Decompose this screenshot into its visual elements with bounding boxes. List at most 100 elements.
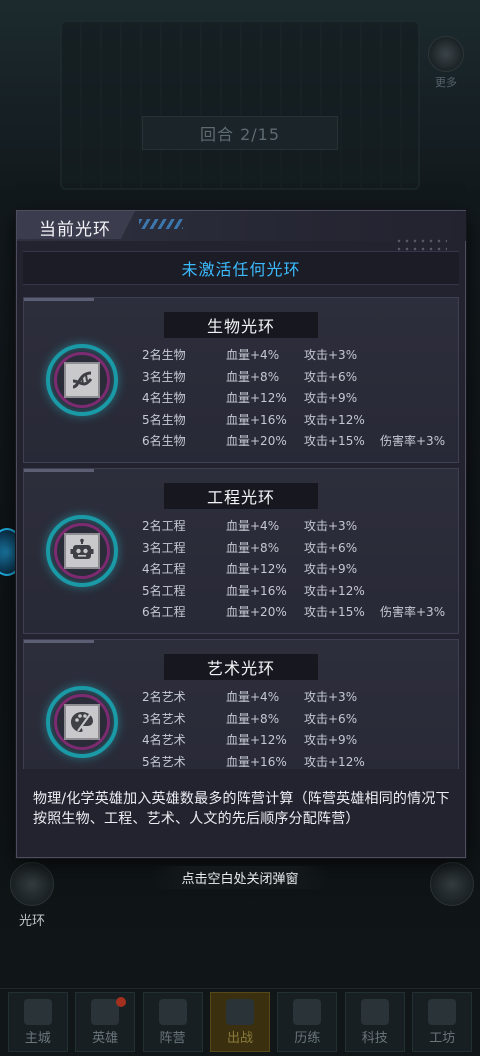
tier-hp-bonus: 血量+8% bbox=[226, 540, 280, 555]
tier-count: 3名艺术 bbox=[142, 711, 186, 726]
close-hint-bar: 点击空白处关闭弹窗 bbox=[151, 865, 329, 889]
aura-title-bar: 工程光环 bbox=[164, 483, 318, 509]
palette-icon bbox=[64, 704, 100, 740]
tier-attack-bonus: 攻击+6% bbox=[304, 369, 358, 384]
tier-hp-bonus: 血量+8% bbox=[226, 711, 280, 726]
tier-count: 5名艺术 bbox=[142, 754, 186, 769]
dialog-title: 当前光环 bbox=[39, 220, 111, 240]
aura-title-bar: 艺术光环 bbox=[164, 654, 318, 680]
aura-emblem bbox=[46, 686, 118, 758]
aura-name: 艺术光环 bbox=[206, 659, 275, 678]
aura-title-bar: 生物光环 bbox=[164, 312, 318, 338]
aura-tier-row: 5名艺术 血量+16% 攻击+12% bbox=[142, 751, 452, 770]
dna-icon bbox=[64, 362, 100, 398]
tier-count: 4名工程 bbox=[142, 562, 186, 577]
tier-hp-bonus: 血量+16% bbox=[226, 583, 287, 598]
tier-damage-bonus: 伤害率+3% bbox=[380, 605, 446, 620]
aura-status-bar: 未激活任何光环 bbox=[23, 251, 459, 285]
nav-icon bbox=[91, 999, 120, 1025]
round-label: 回合 2/15 bbox=[199, 125, 281, 144]
tier-count: 6名工程 bbox=[142, 605, 186, 620]
close-hint-text: 点击空白处关闭弹窗 bbox=[181, 871, 299, 887]
robot-icon bbox=[64, 533, 100, 569]
aura-tier-row: 2名生物 血量+4% 攻击+3% bbox=[142, 344, 452, 366]
aura-card: 工程光环 2名工程 血量+4% 攻击+3% 3名工程 血量+8% 攻击+6% 4名工程 血量+1… bbox=[23, 468, 459, 634]
tier-attack-bonus: 攻击+12% bbox=[304, 754, 365, 769]
aura-tier-list: 2名艺术 血量+4% 攻击+3% 3名艺术 血量+8% 攻击+6% 4名艺术 血量+12% 攻击… bbox=[142, 686, 452, 769]
tier-hp-bonus: 血量+12% bbox=[226, 562, 287, 577]
aura-status-text: 未激活任何光环 bbox=[181, 260, 301, 279]
tier-attack-bonus: 攻击+3% bbox=[304, 519, 358, 534]
nav-item[interactable]: 阵营 bbox=[142, 992, 203, 1052]
nav-icon bbox=[23, 999, 52, 1025]
nav-label: 历练 bbox=[294, 1031, 321, 1046]
aura-tier-row: 2名工程 血量+4% 攻击+3% bbox=[142, 515, 452, 537]
aura-name: 生物光环 bbox=[206, 317, 275, 336]
nav-label: 阵营 bbox=[159, 1031, 186, 1046]
round-counter: 回合 2/15 bbox=[142, 116, 338, 150]
nav-icon bbox=[428, 999, 457, 1025]
nav-label: 出战 bbox=[226, 1031, 253, 1046]
header-decoration bbox=[139, 219, 183, 229]
aura-tier-row: 6名生物 血量+20% 攻击+15% 伤害率+3% bbox=[142, 430, 452, 452]
tier-count: 2名艺术 bbox=[142, 690, 186, 705]
nav-item[interactable]: 历练 bbox=[277, 992, 338, 1052]
tier-count: 2名工程 bbox=[142, 519, 186, 534]
aura-side-label: 光环 bbox=[18, 914, 45, 929]
nav-icon bbox=[360, 999, 389, 1025]
tier-attack-bonus: 攻击+6% bbox=[304, 540, 358, 555]
aura-card: 艺术光环 2名艺术 血量+4% 攻击+3% 3名艺术 血量+8% 攻击+6% 4名艺术 血量+1… bbox=[23, 639, 459, 769]
tier-attack-bonus: 攻击+12% bbox=[304, 583, 365, 598]
more-button[interactable]: 更多 bbox=[424, 36, 468, 90]
aura-tier-row: 4名工程 血量+12% 攻击+9% bbox=[142, 558, 452, 580]
nav-label: 工坊 bbox=[429, 1031, 456, 1046]
tier-hp-bonus: 血量+4% bbox=[226, 519, 280, 534]
aura-tier-row: 3名工程 血量+8% 攻击+6% bbox=[142, 537, 452, 559]
tier-attack-bonus: 攻击+12% bbox=[304, 412, 365, 427]
aura-tier-row: 5名生物 血量+16% 攻击+12% bbox=[142, 409, 452, 431]
nav-label: 科技 bbox=[361, 1031, 388, 1046]
tier-damage-bonus: 伤害率+3% bbox=[380, 434, 446, 449]
nav-item[interactable]: 主城 bbox=[7, 992, 68, 1052]
aura-tier-row: 4名艺术 血量+12% 攻击+9% bbox=[142, 729, 452, 751]
aura-tier-row: 5名工程 血量+16% 攻击+12% bbox=[142, 580, 452, 602]
tier-attack-bonus: 攻击+3% bbox=[304, 348, 358, 363]
nav-label: 英雄 bbox=[92, 1031, 119, 1046]
aura-tier-row: 6名工程 血量+20% 攻击+15% 伤害率+3% bbox=[142, 601, 452, 623]
tier-hp-bonus: 血量+16% bbox=[226, 412, 287, 427]
close-hint[interactable]: 点击空白处关闭弹窗 bbox=[0, 865, 480, 889]
nav-item[interactable]: 英雄 bbox=[75, 992, 136, 1052]
tier-count: 4名艺术 bbox=[142, 733, 186, 748]
nav-item[interactable]: 工坊 bbox=[412, 992, 473, 1052]
nav-icon bbox=[158, 999, 187, 1025]
aura-tier-list: 2名生物 血量+4% 攻击+3% 3名生物 血量+8% 攻击+6% 4名生物 血量+12% 攻击… bbox=[142, 344, 452, 452]
tier-attack-bonus: 攻击+15% bbox=[304, 434, 365, 449]
nav-icon bbox=[293, 999, 322, 1025]
aura-dialog: 当前光环 未激活任何光环 生物光环 2名生物 血量+4% 攻击+3% 3名生物 血量+8%… bbox=[16, 210, 466, 858]
tier-hp-bonus: 血量+20% bbox=[226, 605, 287, 620]
tier-attack-bonus: 攻击+9% bbox=[304, 733, 358, 748]
aura-list[interactable]: 生物光环 2名生物 血量+4% 攻击+3% 3名生物 血量+8% 攻击+6% 4名生物 血量+1… bbox=[23, 297, 459, 769]
tier-count: 2名生物 bbox=[142, 348, 186, 363]
aura-emblem bbox=[46, 344, 118, 416]
tier-count: 3名生物 bbox=[142, 369, 186, 384]
tier-hp-bonus: 血量+12% bbox=[226, 733, 287, 748]
nav-label: 主城 bbox=[24, 1031, 51, 1046]
tier-attack-bonus: 攻击+9% bbox=[304, 391, 358, 406]
nav-item[interactable]: 出战 bbox=[209, 992, 270, 1052]
tier-count: 4名生物 bbox=[142, 391, 186, 406]
tier-count: 5名工程 bbox=[142, 583, 186, 598]
tier-attack-bonus: 攻击+9% bbox=[304, 562, 358, 577]
bottom-nav: 主城 英雄 阵营 出战 历练 科技 工坊 bbox=[0, 988, 480, 1056]
aura-card: 生物光环 2名生物 血量+4% 攻击+3% 3名生物 血量+8% 攻击+6% 4名生物血量+1… bbox=[23, 297, 459, 463]
aura-tier-row: 3名生物 血量+8% 攻击+6% bbox=[142, 366, 452, 388]
tier-hp-bonus: 血量+8% bbox=[226, 369, 280, 384]
nav-item[interactable]: 科技 bbox=[344, 992, 405, 1052]
aura-name: 工程光环 bbox=[206, 488, 275, 507]
tier-count: 3名工程 bbox=[142, 540, 186, 555]
aura-tier-row: 3名艺术 血量+8% 攻击+6% bbox=[142, 708, 452, 730]
aura-emblem bbox=[46, 515, 118, 587]
aura-rule-note: 物理/化学英雄加入英雄数最多的阵营计算（阵营英雄相同的情况下按照生物、工程、艺术… bbox=[33, 791, 450, 827]
tier-attack-bonus: 攻击+15% bbox=[304, 605, 365, 620]
tier-count: 6名生物 bbox=[142, 434, 186, 449]
